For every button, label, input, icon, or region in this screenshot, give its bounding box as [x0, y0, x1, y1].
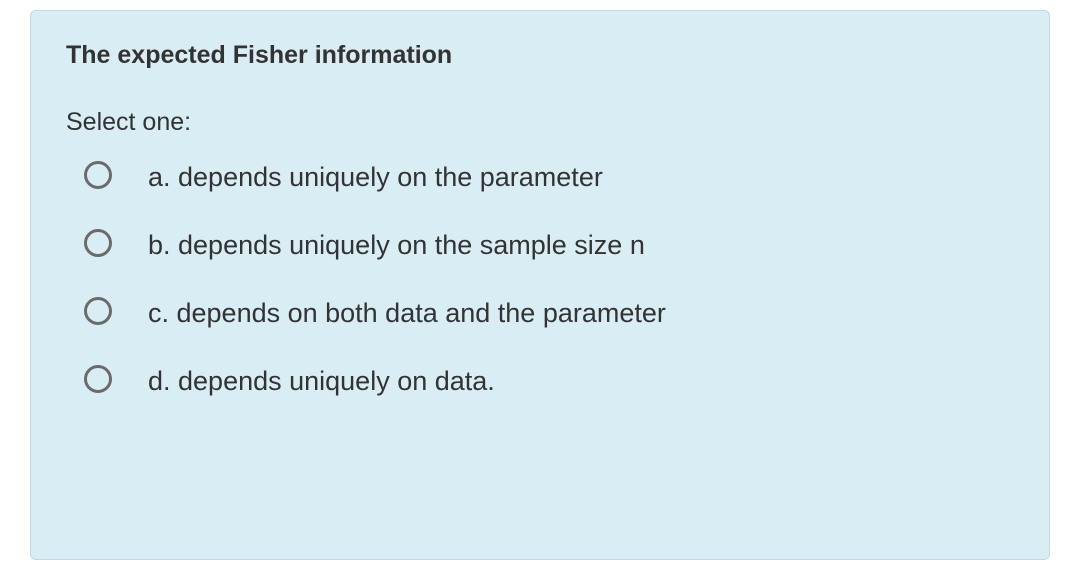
- option-c-label[interactable]: c. depends on both data and the paramete…: [148, 293, 676, 335]
- question-card: The expected Fisher information Select o…: [30, 10, 1050, 560]
- radio-d[interactable]: [84, 365, 112, 393]
- options-group: a. depends uniquely on the parameter b. …: [66, 157, 1014, 402]
- option-c: c. depends on both data and the paramete…: [84, 293, 1014, 335]
- option-d-label[interactable]: d. depends uniquely on data.: [148, 361, 505, 403]
- radio-a[interactable]: [84, 161, 112, 189]
- option-b: b. depends uniquely on the sample size n: [84, 225, 1014, 267]
- question-title: The expected Fisher information: [66, 41, 1014, 70]
- option-a: a. depends uniquely on the parameter: [84, 157, 1014, 199]
- option-a-label[interactable]: a. depends uniquely on the parameter: [148, 157, 613, 199]
- option-b-label[interactable]: b. depends uniquely on the sample size n: [148, 225, 655, 267]
- radio-c[interactable]: [84, 297, 112, 325]
- radio-b[interactable]: [84, 229, 112, 257]
- select-prompt: Select one:: [66, 108, 1014, 137]
- option-d: d. depends uniquely on data.: [84, 361, 1014, 403]
